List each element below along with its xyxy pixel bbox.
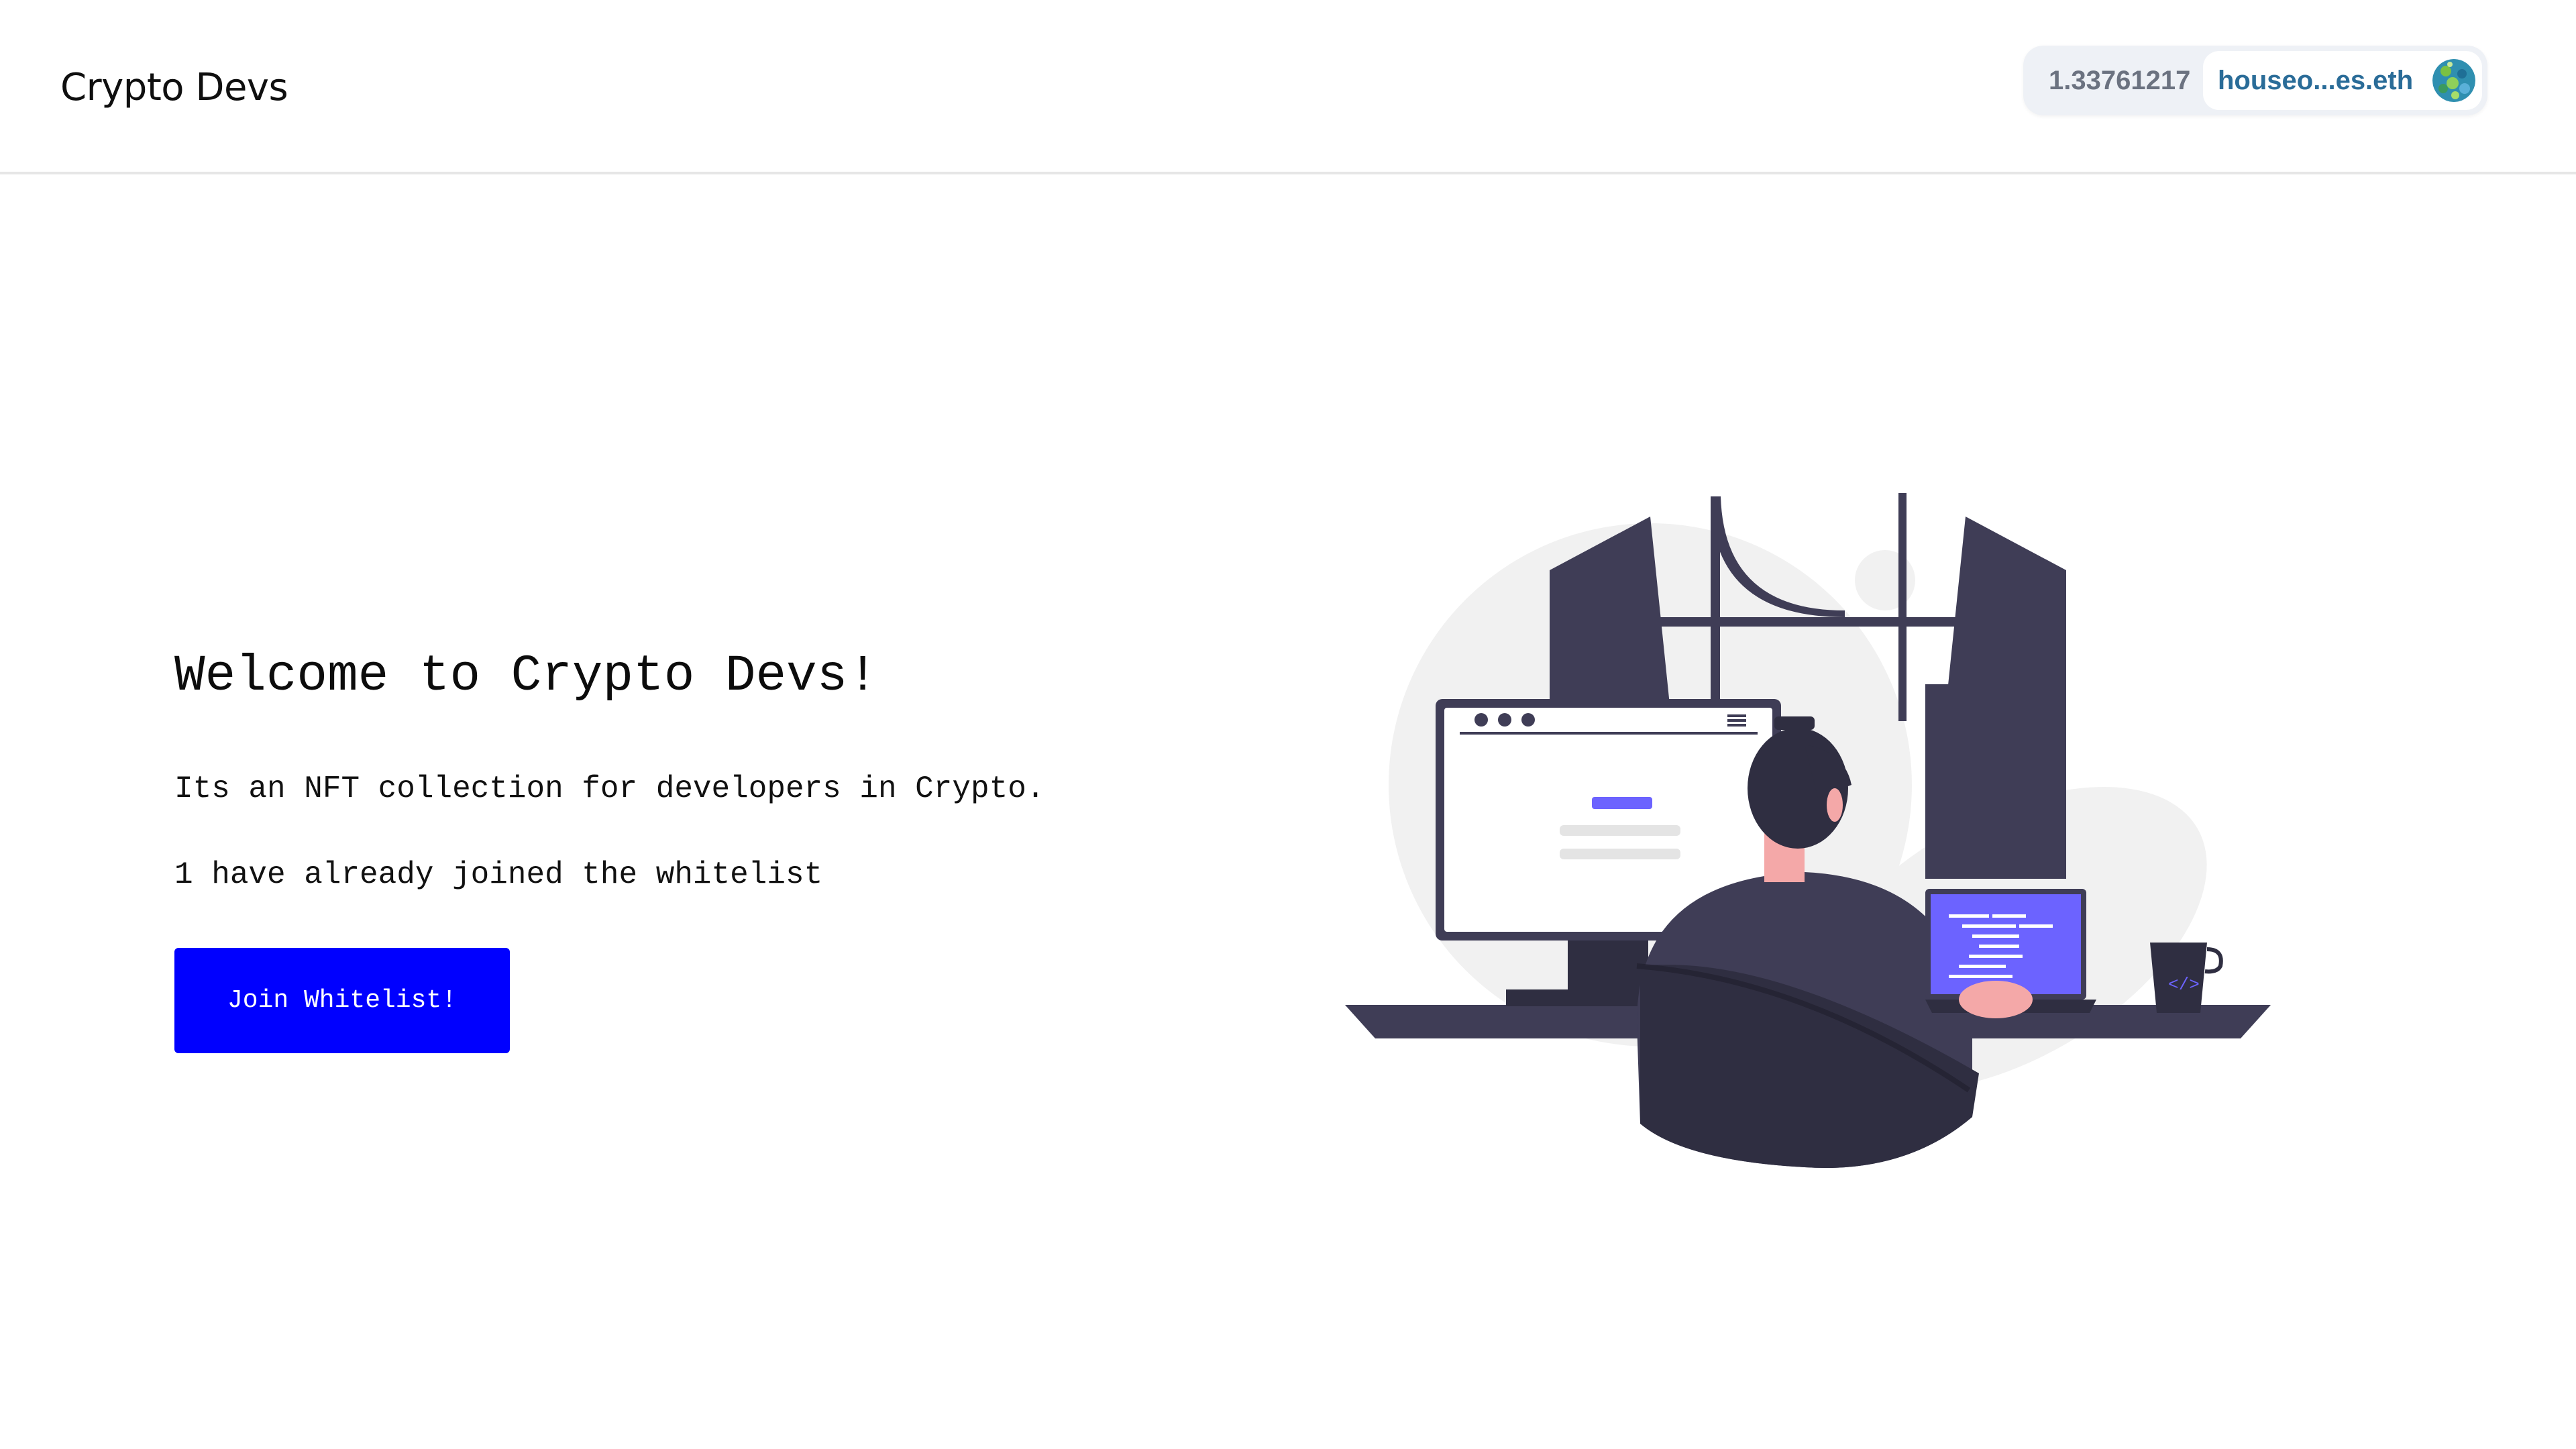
svg-text:</>: </> bbox=[2168, 975, 2200, 995]
page-description: Its an NFT collection for developers in … bbox=[174, 771, 1045, 806]
join-whitelist-button[interactable]: Join Whitelist! bbox=[174, 948, 510, 1053]
developer-illustration: </> bbox=[1335, 483, 2274, 1181]
account-button[interactable]: houseo...es.eth bbox=[2203, 51, 2482, 110]
page-title: Welcome to Crypto Devs! bbox=[174, 647, 878, 705]
top-nav: Crypto Devs 1.33761217 houseo...es.eth bbox=[0, 0, 2576, 174]
app-root: Crypto Devs 1.33761217 houseo...es.eth W… bbox=[0, 0, 2576, 1449]
whitelist-count-suffix: have already joined the whitelist bbox=[211, 857, 823, 892]
whitelist-count: 1 bbox=[174, 857, 193, 892]
brand-title: Crypto Devs bbox=[60, 66, 288, 109]
account-name: houseo...es.eth bbox=[2218, 66, 2414, 95]
whitelist-count-text: 1 have already joined the whitelist bbox=[174, 857, 822, 892]
wallet-connect-button[interactable]: 1.33761217 houseo...es.eth bbox=[2023, 46, 2487, 115]
ens-avatar-icon bbox=[2432, 59, 2475, 102]
wallet-balance: 1.33761217 bbox=[2049, 66, 2191, 95]
